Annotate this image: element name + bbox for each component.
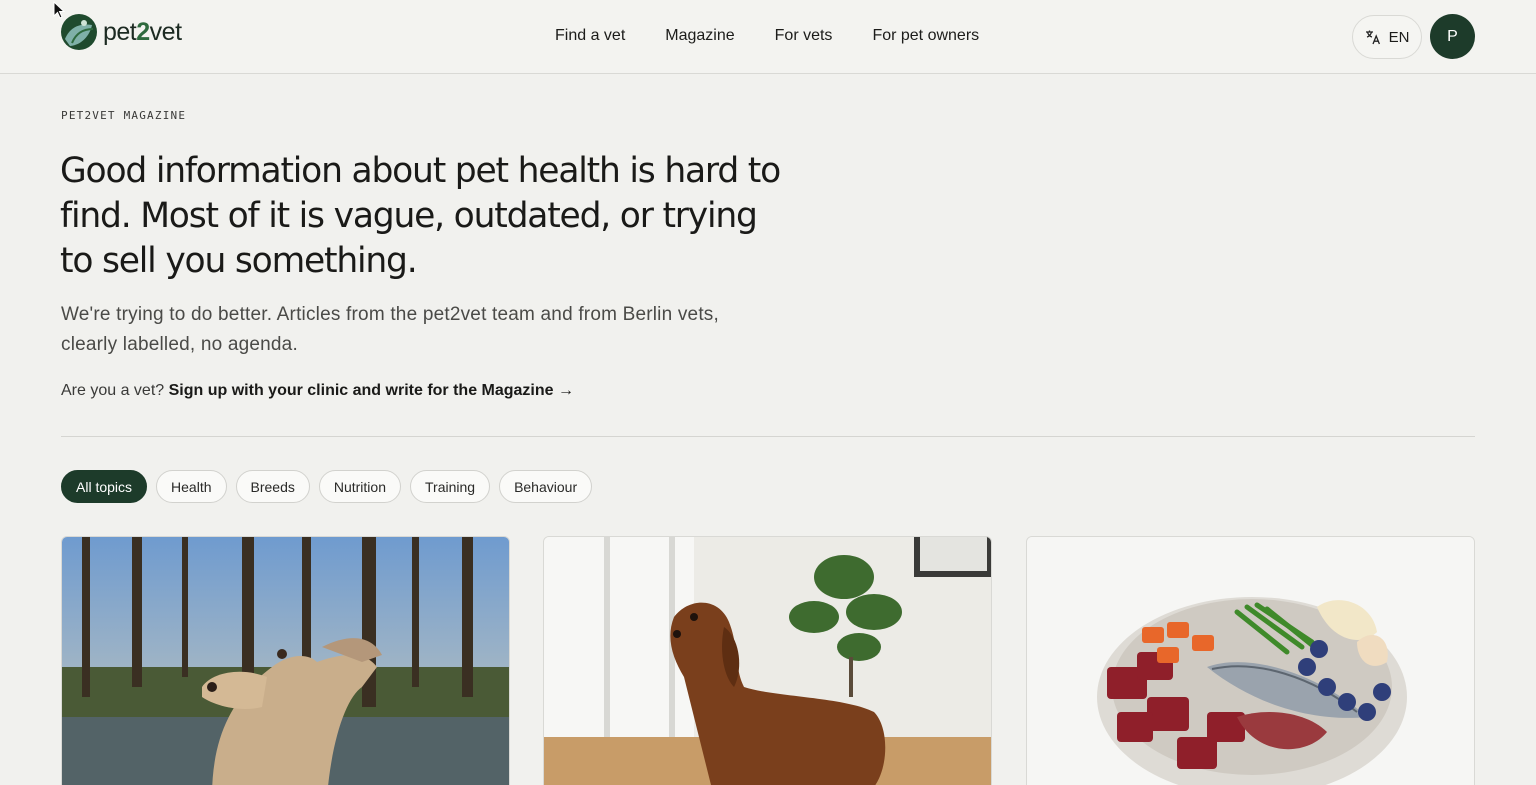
language-label: EN xyxy=(1388,28,1410,46)
intro-text: We're trying to do better. Articles from… xyxy=(61,304,719,355)
raw-food-bowl-photo xyxy=(1027,537,1474,785)
article-card[interactable] xyxy=(1026,536,1475,785)
filter-health[interactable]: Health xyxy=(156,470,227,503)
logo[interactable]: pet2vet xyxy=(60,13,182,51)
logo-text: pet2vet xyxy=(103,17,182,46)
filter-all-topics[interactable]: All topics xyxy=(61,470,148,503)
vet-signup-link[interactable]: Sign up with your clinic and write for t… xyxy=(169,382,574,399)
logo-icon xyxy=(61,14,97,50)
translate-icon xyxy=(1365,30,1380,45)
nav-find-a-vet[interactable]: Find a vet xyxy=(555,26,625,46)
vet-cta: Are you a vet? Sign up with your clinic … xyxy=(61,381,574,401)
dachshund-indoors-photo xyxy=(544,537,991,785)
mouse-cursor-icon xyxy=(53,1,65,19)
vet-question: Are you a vet? xyxy=(61,382,165,399)
filter-behaviour[interactable]: Behaviour xyxy=(499,470,593,503)
avatar-initial: P xyxy=(1447,27,1458,45)
language-switcher[interactable]: EN xyxy=(1352,15,1422,59)
main-nav: Find a vet Magazine For vets For pet own… xyxy=(555,26,1019,46)
whippet-in-forest-photo xyxy=(62,537,509,785)
section-eyebrow: PET2VET MAGAZINE xyxy=(61,109,187,122)
topic-filters: All topics Health Breeds Nutrition Train… xyxy=(61,470,601,503)
filter-breeds[interactable]: Breeds xyxy=(235,470,310,503)
filter-nutrition[interactable]: Nutrition xyxy=(318,470,401,503)
nav-for-vets[interactable]: For vets xyxy=(775,26,833,46)
page-headline: Good information about pet health is har… xyxy=(60,151,781,281)
nav-for-pet-owners[interactable]: For pet owners xyxy=(872,26,979,46)
nav-magazine[interactable]: Magazine xyxy=(665,26,734,46)
article-card[interactable] xyxy=(543,536,992,785)
article-card[interactable] xyxy=(61,536,510,785)
site-header: pet2vet Find a vet Magazine For vets For… xyxy=(0,0,1536,74)
user-avatar[interactable]: P xyxy=(1430,14,1475,59)
divider xyxy=(61,436,1475,437)
filter-training[interactable]: Training xyxy=(410,470,491,503)
